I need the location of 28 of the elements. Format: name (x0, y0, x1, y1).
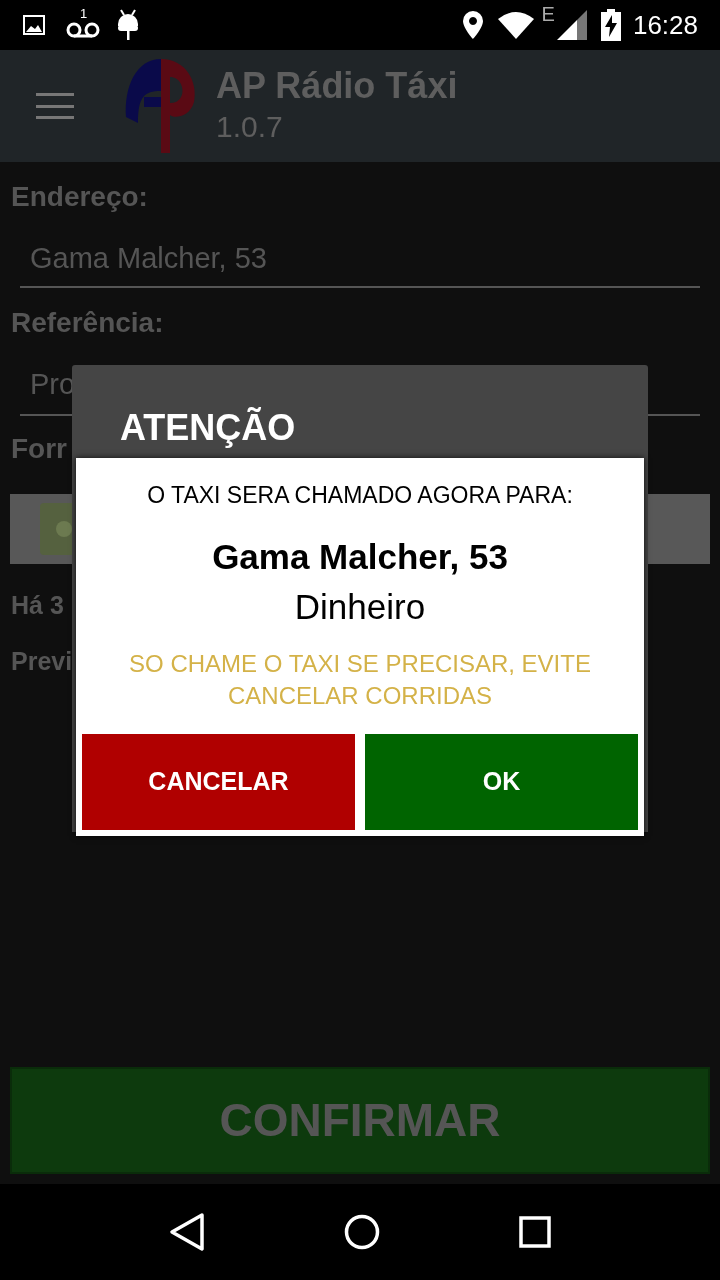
ok-button[interactable]: OK (365, 734, 638, 830)
info-text: Há 3 (11, 590, 64, 620)
dialog-message: O TAXI SERA CHAMADO AGORA PARA: (147, 481, 573, 510)
reference-label: Referência: (11, 306, 165, 340)
dialog-warning: SO CHAME O TAXI SE PRECISAR, EVITE CANCELAR CORRIDAS (128, 649, 592, 711)
dialog-title: ATENÇÃO (120, 407, 296, 449)
image-icon (22, 13, 46, 37)
address-label: Endereço: (11, 180, 149, 214)
app-title: AP Rádio Táxi (216, 65, 458, 107)
estimate-text: Previ (11, 646, 73, 676)
clock-time: 16:28 (632, 8, 698, 42)
wifi-icon (497, 11, 534, 39)
payment-label: Forr (11, 432, 68, 466)
dialog-address: Gama Malcher, 53 (212, 536, 508, 578)
voicemail-icon (66, 22, 100, 38)
app-version: 1.0.7 (216, 109, 284, 145)
network-type: E (541, 4, 555, 24)
android-icon (116, 8, 140, 42)
home-icon[interactable] (344, 1214, 380, 1250)
recent-apps-icon[interactable] (518, 1216, 551, 1248)
voicemail-count: 1 (80, 7, 88, 20)
back-icon[interactable] (169, 1212, 206, 1252)
menu-icon[interactable] (36, 93, 74, 119)
location-icon (461, 10, 484, 40)
cancel-button[interactable]: CANCELAR (82, 734, 355, 830)
battery-charging-icon (600, 9, 621, 41)
signal-icon (556, 10, 587, 40)
dialog-payment: Dinheiro (294, 586, 426, 628)
